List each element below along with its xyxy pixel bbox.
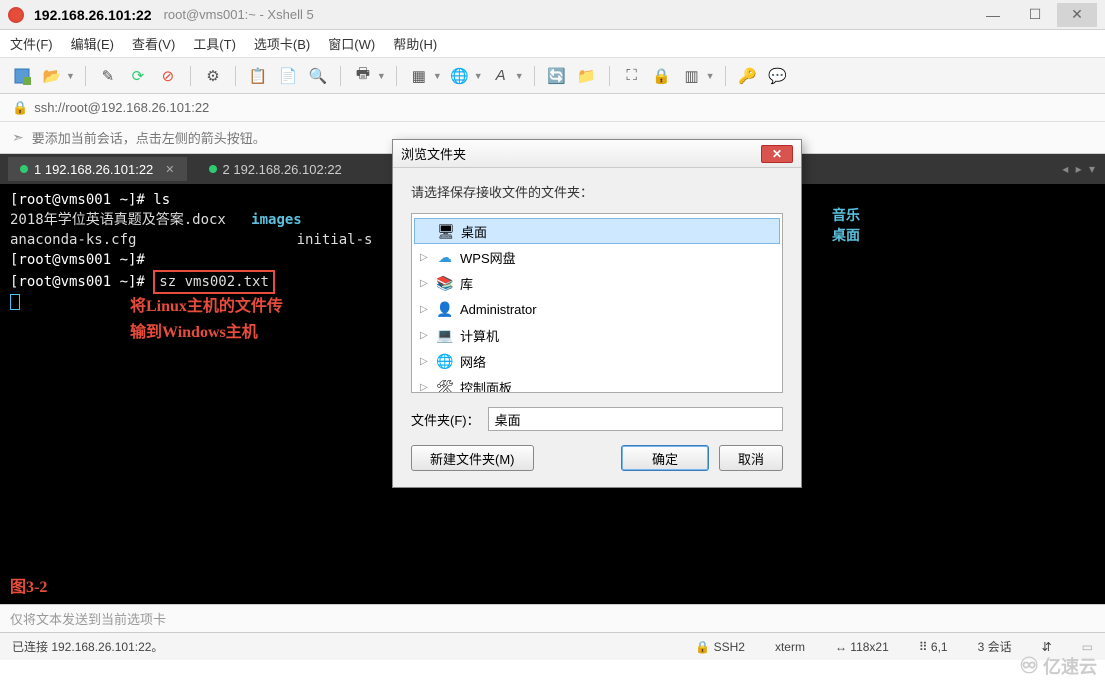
watermark: ♾亿速云 <box>1019 653 1097 679</box>
status-ssh: 🔒 SSH2 <box>695 640 745 654</box>
cancel-button[interactable]: 取消 <box>719 445 783 471</box>
find-icon[interactable]: 🔍 <box>306 64 330 88</box>
desktop-icon: 🖥 <box>437 223 455 239</box>
window-title-main: 192.168.26.101:22 <box>34 7 152 23</box>
highlighted-command: sz vms002.txt <box>153 270 275 294</box>
print-icon[interactable]: 🖶 <box>351 64 375 88</box>
session-tab-1[interactable]: 1 192.168.26.101:22 ✕ <box>8 157 187 181</box>
terminal-line: [root@vms001 ~]# ls <box>10 192 170 208</box>
font-icon[interactable]: A <box>489 64 513 88</box>
hint-text: 要添加当前会话，点击左侧的箭头按钮。 <box>32 128 266 147</box>
menu-tabs[interactable]: 选项卡(B) <box>254 34 310 53</box>
tab-close-icon[interactable]: ✕ <box>165 163 174 176</box>
tab-label: 1 192.168.26.101:22 <box>34 162 153 177</box>
menu-bar: 文件(F) 编辑(E) 查看(V) 工具(T) 选项卡(B) 窗口(W) 帮助(… <box>0 30 1105 58</box>
address-bar[interactable]: 🔒 ssh://root@192.168.26.101:22 <box>0 94 1105 122</box>
tile-icon[interactable]: ▥ <box>680 64 704 88</box>
tree-item-network[interactable]: ▷🌐网络 <box>414 348 780 374</box>
ok-button[interactable]: 确定 <box>621 445 709 471</box>
tree-item-wps[interactable]: ▷☁WPS网盘 <box>414 244 780 270</box>
menu-window[interactable]: 窗口(W) <box>328 34 375 53</box>
folder-input[interactable] <box>488 407 783 431</box>
menu-view[interactable]: 查看(V) <box>132 34 175 53</box>
send-bar[interactable]: 仅将文本发送到当前选项卡 <box>0 604 1105 632</box>
control-panel-icon: 🛠 <box>436 379 454 393</box>
script-icon[interactable]: 💬 <box>766 64 790 88</box>
tab-label: 2 192.168.26.102:22 <box>223 162 342 177</box>
minimize-button[interactable]: — <box>973 3 1013 27</box>
status-updown-icon[interactable]: ⇵ <box>1042 640 1052 654</box>
dialog-title: 浏览文件夹 <box>401 144 466 163</box>
figure-label: 图3-2 <box>10 578 47 598</box>
properties-icon[interactable]: ⚙ <box>201 64 225 88</box>
copy-icon[interactable]: 📋 <box>246 64 270 88</box>
status-dot-icon <box>20 165 28 173</box>
new-session-icon[interactable] <box>10 64 34 88</box>
status-dot-icon <box>209 165 217 173</box>
network-icon: 🌐 <box>436 353 454 369</box>
tree-item-desktop[interactable]: 🖥桌面 <box>414 218 780 244</box>
disconnect-icon[interactable]: ⊘ <box>156 64 180 88</box>
tree-item-computer[interactable]: ▷💻计算机 <box>414 322 780 348</box>
tree-item-controlpanel[interactable]: ▷🛠控制面板 <box>414 374 780 393</box>
user-icon: 👤 <box>436 301 454 317</box>
maximize-button[interactable]: ☐ <box>1015 3 1055 27</box>
transfer-icon[interactable]: 🔄 <box>545 64 569 88</box>
window-title-sub: root@vms001:~ - Xshell 5 <box>164 7 314 22</box>
key-icon[interactable]: 🔑 <box>736 64 760 88</box>
edit-icon[interactable]: ✎ <box>96 64 120 88</box>
reconnect-icon[interactable]: ⟳ <box>126 64 150 88</box>
cursor <box>10 294 20 310</box>
fullscreen-icon[interactable]: ⛶ <box>620 64 644 88</box>
tree-item-libraries[interactable]: ▷📚库 <box>414 270 780 296</box>
send-bar-text: 仅将文本发送到当前选项卡 <box>10 609 166 628</box>
browse-folder-dialog: 浏览文件夹 ✕ 请选择保存接收文件的文件夹： 🖥桌面 ▷☁WPS网盘 ▷📚库 ▷… <box>392 139 802 488</box>
cloud-icon: ☁ <box>436 249 454 265</box>
status-bar: 已连接 192.168.26.101:22。 🔒 SSH2 xterm ↔ 11… <box>0 632 1105 660</box>
status-connection: 已连接 192.168.26.101:22。 <box>12 638 163 655</box>
hint-arrow-icon[interactable]: ➣ <box>12 129 24 146</box>
terminal-far-column: 音乐 桌面 <box>832 206 860 246</box>
menu-file[interactable]: 文件(F) <box>10 34 53 53</box>
close-button[interactable]: ✕ <box>1057 3 1097 27</box>
color-scheme-icon[interactable]: ▦ <box>407 64 431 88</box>
encoding-icon[interactable]: 🌐 <box>448 64 472 88</box>
address-text: ssh://root@192.168.26.101:22 <box>34 100 209 115</box>
open-icon[interactable]: 📂 <box>40 64 64 88</box>
status-cap-icon: ▭ <box>1082 640 1093 654</box>
status-sessions: 3 会话 <box>978 638 1012 655</box>
library-icon: 📚 <box>436 275 454 291</box>
tab-nav[interactable]: ◂ ▸ ▾ <box>1062 162 1097 176</box>
dialog-title-bar[interactable]: 浏览文件夹 ✕ <box>393 140 801 168</box>
folder-label: 文件夹(F)： <box>411 410 480 429</box>
app-icon <box>8 7 24 23</box>
lock-icon: 🔒 <box>12 100 28 116</box>
new-folder-button[interactable]: 新建文件夹(M) <box>411 445 534 471</box>
menu-tools[interactable]: 工具(T) <box>193 34 236 53</box>
tree-item-user[interactable]: ▷👤Administrator <box>414 296 780 322</box>
lock-icon[interactable]: 🔒 <box>650 64 674 88</box>
title-bar: 192.168.26.101:22 root@vms001:~ - Xshell… <box>0 0 1105 30</box>
menu-help[interactable]: 帮助(H) <box>393 34 437 53</box>
computer-icon: 💻 <box>436 327 454 343</box>
status-term: xterm <box>775 640 805 654</box>
dialog-instruction: 请选择保存接收文件的文件夹： <box>411 182 783 201</box>
paste-icon[interactable]: 📄 <box>276 64 300 88</box>
toolbar: 📂▼ ✎ ⟳ ⊘ ⚙ 📋 📄 🔍 🖶▼ ▦▼ 🌐▼ A▼ 🔄 📁 ⛶ 🔒 ▥▼ … <box>0 58 1105 94</box>
menu-edit[interactable]: 编辑(E) <box>71 34 114 53</box>
folder-tree[interactable]: 🖥桌面 ▷☁WPS网盘 ▷📚库 ▷👤Administrator ▷💻计算机 ▷🌐… <box>411 213 783 393</box>
dialog-close-button[interactable]: ✕ <box>761 145 793 163</box>
terminal-line: [root@vms001 ~]# <box>10 252 145 268</box>
status-pos: ⠿ 6,1 <box>919 640 948 654</box>
status-size: ↔ 118x21 <box>835 640 889 654</box>
session-tab-2[interactable]: 2 192.168.26.102:22 <box>197 157 354 181</box>
annotation-text: 将Linux主机的文件传 输到Windows主机 <box>130 294 283 346</box>
xftp-icon[interactable]: 📁 <box>575 64 599 88</box>
